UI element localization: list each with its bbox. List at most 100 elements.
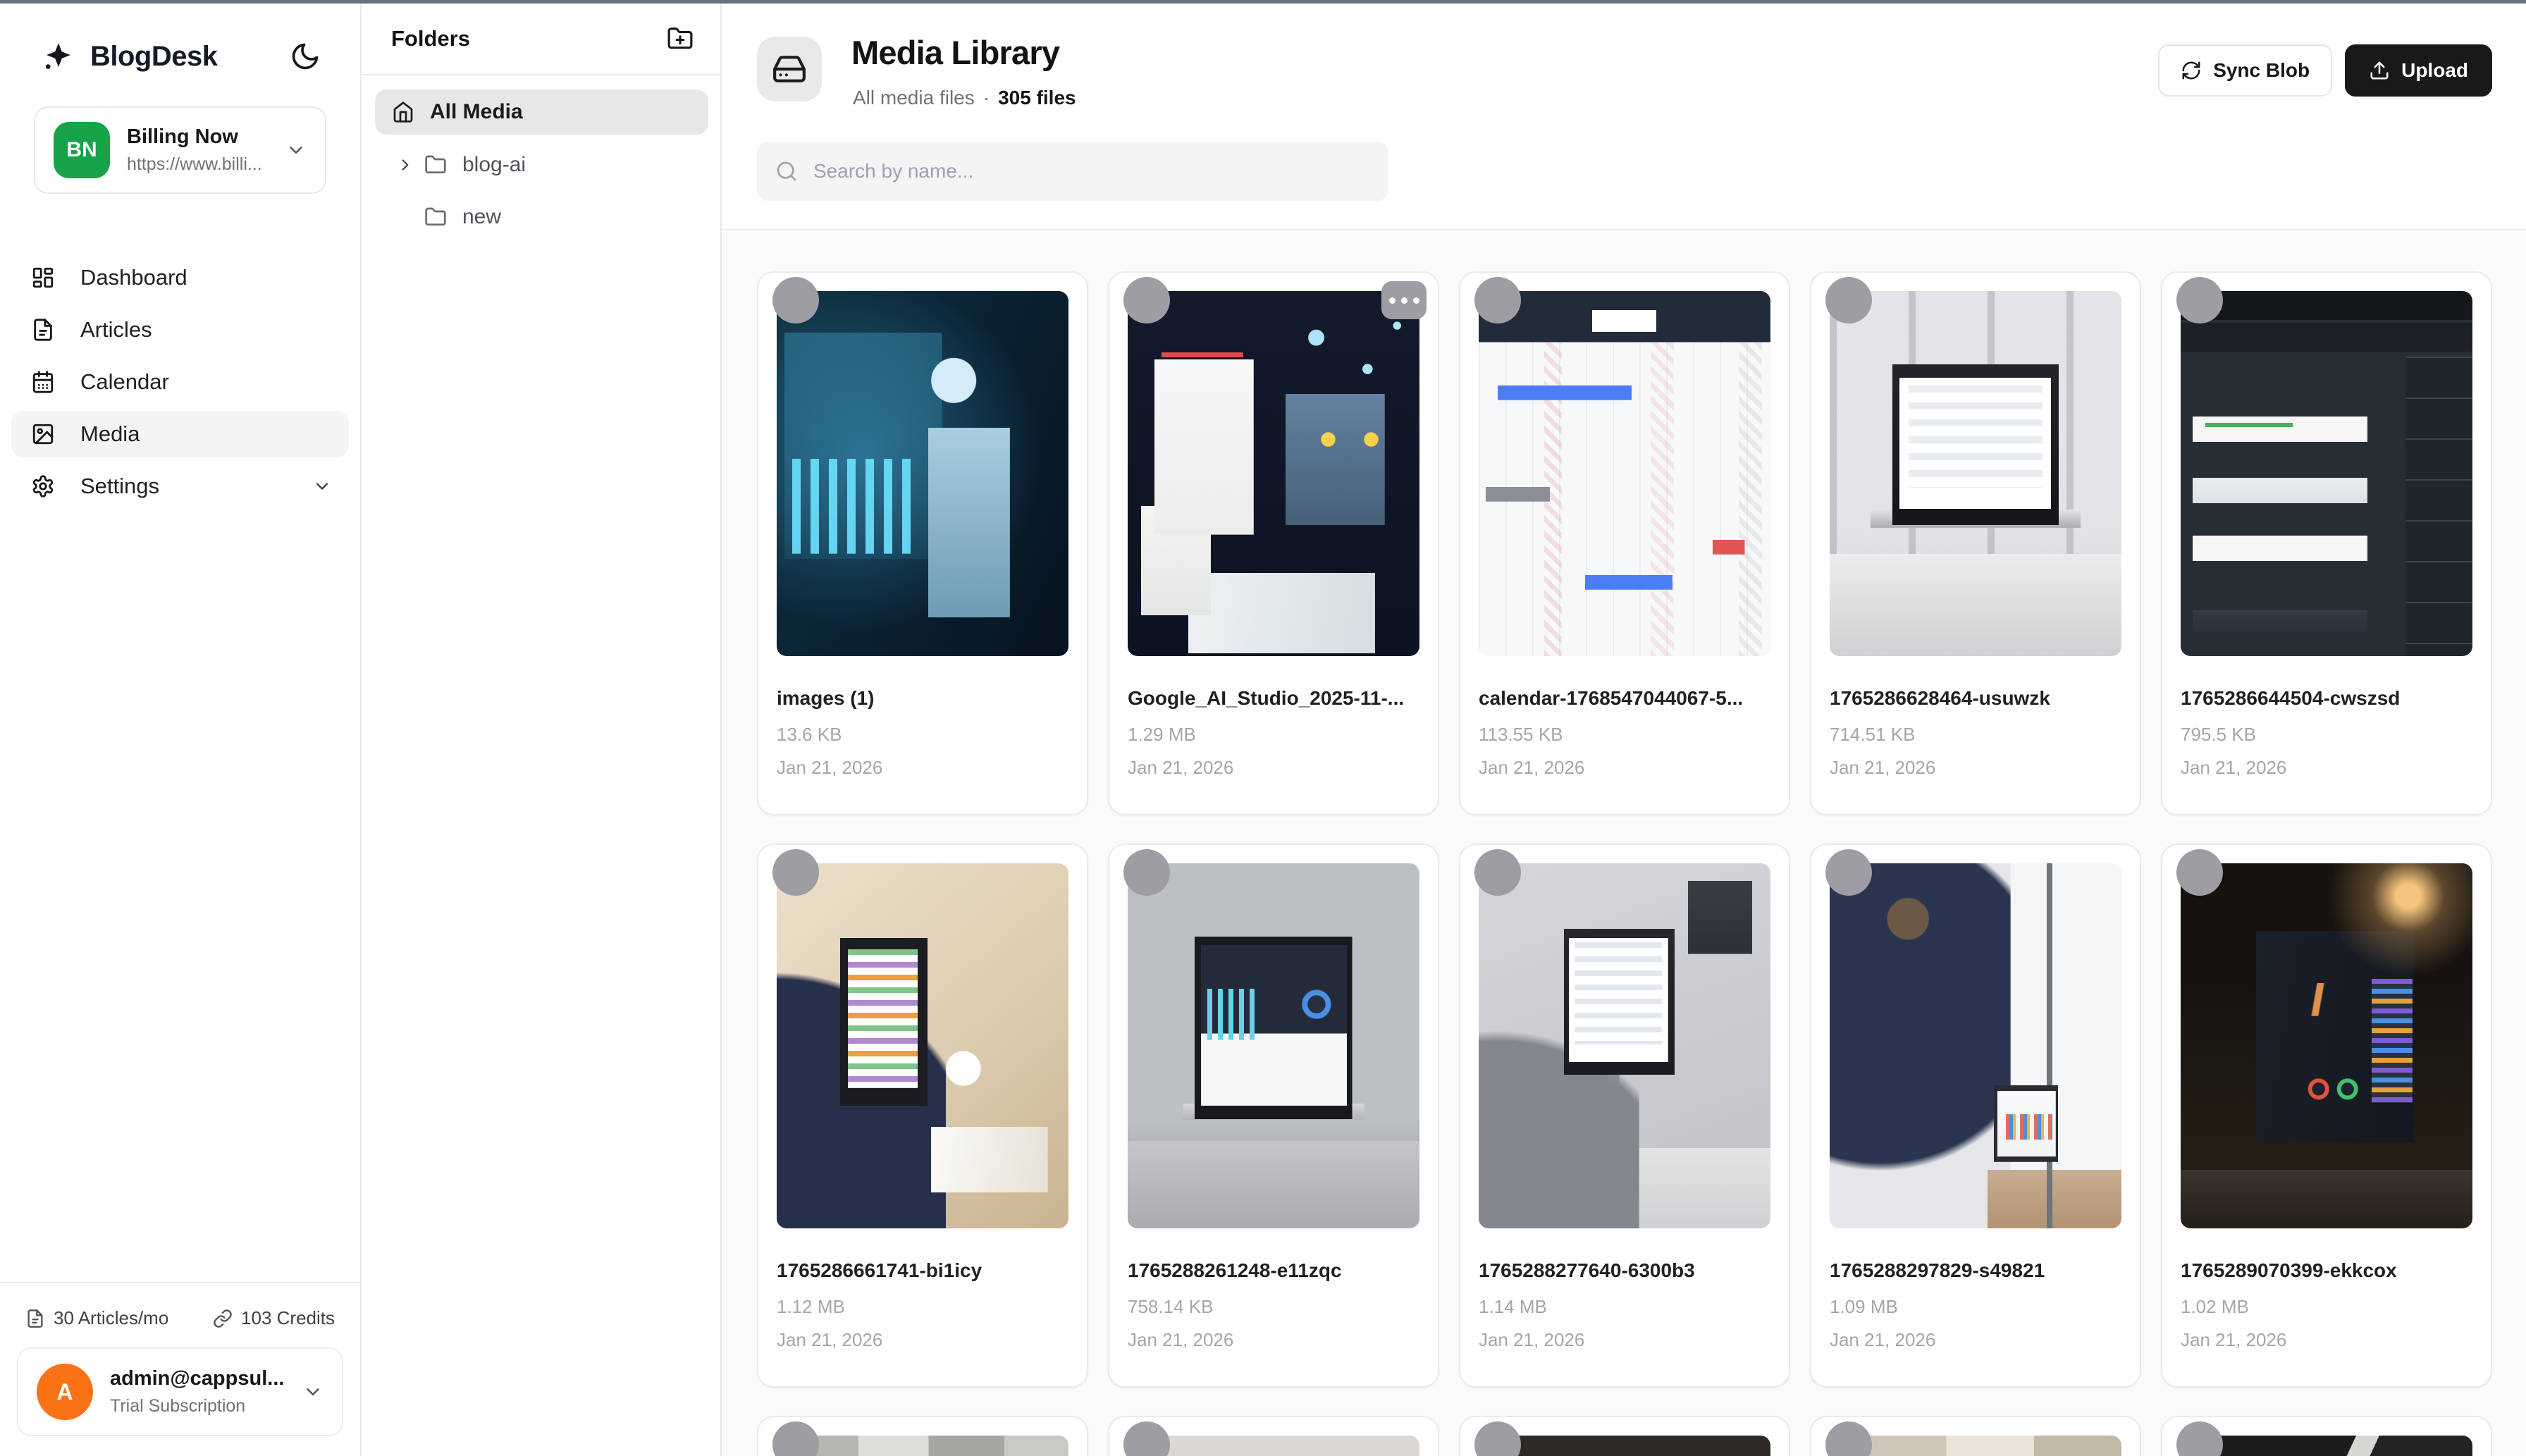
workspace-switcher[interactable]: BN Billing Now https://www.billi... <box>34 106 326 194</box>
media-thumbnail <box>1479 863 1770 1228</box>
selection-circle[interactable] <box>1474 277 1521 323</box>
media-thumbnail <box>1128 291 1419 656</box>
sidebar-item-calendar[interactable]: Calendar <box>11 359 349 405</box>
plan-stats-row: 30 Articles/mo 103 Credits <box>0 1282 360 1329</box>
folders-panel: Folders All Media blog-ai new <box>363 4 722 1456</box>
media-card[interactable]: 1765286628464-usuwzk 714.51 KB Jan 21, 2… <box>1810 271 2141 815</box>
sync-blob-button[interactable]: Sync Blob <box>2158 44 2332 97</box>
selection-circle[interactable] <box>2176 849 2223 896</box>
file-size: 1.09 MB <box>1830 1296 2121 1318</box>
chevron-down-icon <box>302 1381 324 1402</box>
workspace-info: Billing Now https://www.billi... <box>127 125 262 175</box>
dark-mode-toggle-moon-icon[interactable] <box>290 41 321 72</box>
sidebar-item-media[interactable]: Media <box>11 411 349 457</box>
file-date: Jan 21, 2026 <box>777 1329 1068 1351</box>
media-grid: images (1) 13.6 KB Jan 21, 2026 Google_A… <box>757 271 2492 1456</box>
file-size: 1.29 MB <box>1128 724 1419 746</box>
workspace-avatar: BN <box>54 122 110 178</box>
file-name: Google_AI_Studio_2025-11-... <box>1128 687 1419 710</box>
media-card[interactable]: 1765286644504-cwszsd 795.5 KB Jan 21, 20… <box>2161 271 2492 815</box>
avatar: A <box>37 1364 93 1420</box>
file-name: images (1) <box>777 687 1068 710</box>
sidebar-item-dashboard[interactable]: Dashboard <box>11 254 349 301</box>
file-name: 1765289070399-ekkcox <box>2181 1259 2472 1282</box>
file-size: 1.02 MB <box>2181 1296 2472 1318</box>
file-date: Jan 21, 2026 <box>1479 757 1770 779</box>
file-size: 714.51 KB <box>1830 724 2121 746</box>
upload-icon <box>2369 60 2390 81</box>
media-thumbnail <box>1830 1436 2121 1456</box>
selection-circle[interactable] <box>1474 849 1521 896</box>
file-date: Jan 21, 2026 <box>1830 1329 2121 1351</box>
sidebar-item-articles[interactable]: Articles <box>11 307 349 353</box>
media-card[interactable]: 1765288277640-6300b3 1.14 MB Jan 21, 202… <box>1459 844 1790 1388</box>
media-card[interactable]: Google_AI_Studio_2025-11-... 1.29 MB Jan… <box>1108 271 1439 815</box>
media-card[interactable]: 1765286661741-bi1icy 1.12 MB Jan 21, 202… <box>757 844 1088 1388</box>
media-thumbnail <box>2181 291 2472 656</box>
sidebar-item-settings[interactable]: Settings <box>11 463 349 510</box>
media-card-partial[interactable] <box>757 1416 1088 1456</box>
account-email: admin@cappsul... <box>110 1367 284 1390</box>
media-card[interactable]: 1765289070399-ekkcox 1.02 MB Jan 21, 202… <box>2161 844 2492 1388</box>
link-icon <box>213 1309 233 1328</box>
card-more-menu-icon[interactable] <box>1381 281 1427 319</box>
account-menu[interactable]: A admin@cappsul... Trial Subscription <box>17 1347 343 1436</box>
account-plan: Trial Subscription <box>110 1396 284 1417</box>
media-library-icon-tile <box>757 37 822 101</box>
app-title: BlogDesk <box>90 41 218 73</box>
articles-quota-label: 30 Articles/mo <box>54 1307 168 1329</box>
media-card-partial[interactable] <box>1810 1416 2141 1456</box>
folders-header: Folders <box>363 4 720 75</box>
file-size: 1.14 MB <box>1479 1296 1770 1318</box>
file-date: Jan 21, 2026 <box>1479 1329 1770 1351</box>
selection-circle[interactable] <box>1825 277 1872 323</box>
gear-icon <box>31 474 55 498</box>
sidebar-item-label: Dashboard <box>80 265 187 290</box>
media-thumbnail <box>1830 291 2121 656</box>
file-name: 1765286628464-usuwzk <box>1830 687 2121 710</box>
chevron-down-icon <box>312 476 332 496</box>
folder-item-all-media[interactable]: All Media <box>375 90 708 135</box>
calendar-icon <box>31 370 55 394</box>
folder-item-new[interactable]: new <box>363 195 720 239</box>
selection-circle[interactable] <box>1123 1421 1170 1456</box>
new-folder-button-icon[interactable] <box>667 25 694 52</box>
folder-icon <box>424 206 447 228</box>
search-input[interactable] <box>813 160 1370 183</box>
sparkle-logo-icon <box>42 40 75 73</box>
file-date: Jan 21, 2026 <box>1128 757 1419 779</box>
selection-circle[interactable] <box>772 277 819 323</box>
selection-circle[interactable] <box>2176 277 2223 323</box>
media-card[interactable]: images (1) 13.6 KB Jan 21, 2026 <box>757 271 1088 815</box>
media-thumbnail <box>777 863 1068 1228</box>
selection-circle[interactable] <box>1123 277 1170 323</box>
media-card[interactable]: 1765288297829-s49821 1.09 MB Jan 21, 202… <box>1810 844 2141 1388</box>
page-subtitle: All media files · 305 files <box>853 87 1076 109</box>
media-thumbnail <box>1128 863 1419 1228</box>
media-card-partial[interactable] <box>2161 1416 2492 1456</box>
file-name: calendar-1768547044067-5... <box>1479 687 1770 710</box>
folder-item-blog-ai[interactable]: blog-ai <box>363 143 720 187</box>
selection-circle[interactable] <box>2176 1421 2223 1456</box>
selection-circle[interactable] <box>1474 1421 1521 1456</box>
chevron-right-icon[interactable] <box>396 156 414 174</box>
file-name: 1765288297829-s49821 <box>1830 1259 2121 1282</box>
selection-circle[interactable] <box>1123 849 1170 896</box>
selection-circle[interactable] <box>772 849 819 896</box>
subtitle-scope: All media files <box>853 87 975 109</box>
media-thumbnail <box>2181 863 2472 1228</box>
selection-circle[interactable] <box>772 1421 819 1456</box>
media-card[interactable]: 1765288261248-e11zqc 758.14 KB Jan 21, 2… <box>1108 844 1439 1388</box>
sidebar-item-label: Articles <box>80 317 152 343</box>
main-header: Media Library All media files · 305 file… <box>723 4 2526 230</box>
media-grid-area[interactable]: images (1) 13.6 KB Jan 21, 2026 Google_A… <box>723 232 2526 1456</box>
file-size: 13.6 KB <box>777 724 1068 746</box>
media-card[interactable]: calendar-1768547044067-5... 113.55 KB Ja… <box>1459 271 1790 815</box>
media-thumbnail <box>777 1436 1068 1456</box>
media-card-partial[interactable] <box>1108 1416 1439 1456</box>
upload-button[interactable]: Upload <box>2345 44 2492 97</box>
selection-circle[interactable] <box>1825 1421 1872 1456</box>
selection-circle[interactable] <box>1825 849 1872 896</box>
media-card-partial[interactable] <box>1459 1416 1790 1456</box>
file-name: 1765288277640-6300b3 <box>1479 1259 1770 1282</box>
